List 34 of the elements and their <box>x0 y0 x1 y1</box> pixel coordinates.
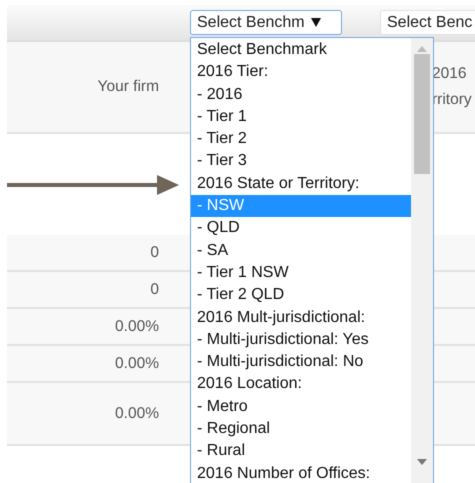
dropdown-option[interactable]: 2016 Location: <box>191 373 411 396</box>
dropdown-option[interactable]: 2016 Tier: <box>191 61 411 84</box>
table-cell-text: 0 <box>149 280 160 298</box>
dropdown-option[interactable]: - Multi-jurisdictional: No <box>191 351 411 374</box>
scroll-down-icon[interactable] <box>417 459 427 465</box>
dropdown-option[interactable]: 2016 State or Territory: <box>191 172 411 196</box>
dropdown-option[interactable]: 2016 Number of Offices: <box>191 462 411 483</box>
scroll-up-icon[interactable] <box>417 46 427 52</box>
arrow-icon <box>7 174 179 194</box>
table-cell-text: 0 <box>149 244 160 262</box>
dropdown-option[interactable]: - Tier 1 NSW <box>191 262 411 284</box>
dropdown-option[interactable]: - Rural <box>191 440 411 463</box>
dropdown-option[interactable]: Select Benchmark <box>191 39 411 62</box>
dropdown-option[interactable]: - Tier 2 <box>191 128 411 150</box>
caret-icon <box>310 18 321 27</box>
dropdown-option[interactable]: 2016 Mult-jurisdictional: <box>191 306 411 329</box>
dropdown-option[interactable]: - Metro <box>191 396 411 418</box>
benchmark-select[interactable]: Select Benchm <box>190 10 342 35</box>
dropdown-option[interactable]: - Tier 1 <box>191 106 411 128</box>
dropdown-option[interactable]: - Tier 3 <box>191 150 411 173</box>
benchmark-select[interactable]: Select Benc <box>380 10 475 35</box>
column-header: 2016 <box>432 64 468 84</box>
dropdown-option[interactable]: - Regional <box>191 418 411 440</box>
dropdown-option[interactable]: - SA <box>191 240 411 262</box>
scroll-thumb[interactable] <box>414 54 430 174</box>
table-cell-text: 0.00% <box>114 404 160 422</box>
table-cell-text: 0.00% <box>114 354 160 372</box>
dropdown-option[interactable]: - 2016 <box>191 84 411 106</box>
scrollbar[interactable] <box>411 38 433 483</box>
column-header: Your firm <box>96 77 159 97</box>
dropdown-option[interactable]: - Tier 2 QLD <box>191 284 411 307</box>
dropdown-option[interactable]: - QLD <box>191 217 411 240</box>
dropdown-option[interactable]: - Multi-jurisdictional: Yes <box>191 328 411 352</box>
table-cell-text: 0.00% <box>114 318 160 336</box>
